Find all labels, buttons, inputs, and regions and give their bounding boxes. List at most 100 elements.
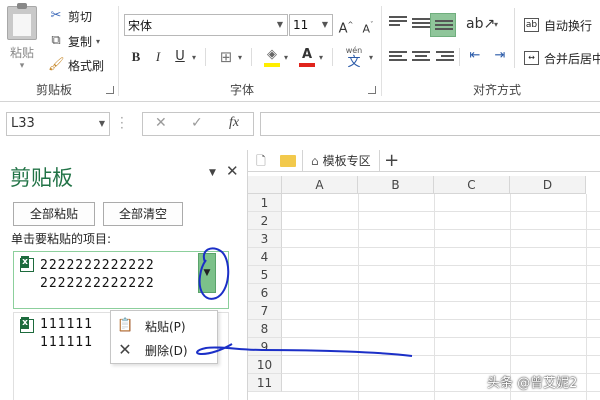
font-name-combo[interactable]: 宋体 ▼ <box>124 14 288 36</box>
new-file-icon[interactable]: 🗋 <box>248 150 274 172</box>
context-menu: 📋 粘贴(P) ✕ 删除(D) <box>110 310 218 364</box>
grow-font-label: A <box>338 21 348 37</box>
shrink-font-button[interactable]: Aˇ <box>358 15 378 35</box>
merge-center-button[interactable]: ↔ 合并后居中 <box>524 48 600 68</box>
chevron-down-icon[interactable]: ▼ <box>99 113 105 135</box>
pane-title: 剪贴板 <box>10 166 73 190</box>
chevron-down-icon: ▾ <box>96 36 101 46</box>
row-header[interactable]: 11 <box>248 374 282 392</box>
enter-icon[interactable]: ✓ <box>191 115 203 131</box>
column-header[interactable]: B <box>358 176 434 194</box>
context-menu-paste[interactable]: 📋 粘贴(P) <box>111 314 217 338</box>
grid-line <box>282 211 600 212</box>
grid-line <box>282 229 600 230</box>
insert-function-button[interactable]: fx <box>229 115 239 131</box>
chevron-down-icon[interactable]: ▾ <box>284 53 288 62</box>
grow-font-button[interactable]: A^ <box>336 15 356 37</box>
borders-icon[interactable]: ⊞ <box>216 47 236 67</box>
chevron-down-icon[interactable]: ▼ <box>273 15 287 35</box>
paste-button[interactable]: 粘贴 ▾ <box>2 3 42 72</box>
font-launcher-icon[interactable] <box>368 86 376 94</box>
copy-button[interactable]: ⧉ 复制 ▾ <box>48 31 100 51</box>
row-header[interactable]: 8 <box>248 320 282 338</box>
font-name-value: 宋体 <box>128 18 153 33</box>
row-header[interactable]: 5 <box>248 266 282 284</box>
splitter-handle-icon[interactable]: · · · <box>120 112 124 134</box>
cell-grid[interactable]: A B C D 1 2 3 4 5 6 7 8 9 10 11 <box>248 176 600 400</box>
cut-label: 剪切 <box>68 9 93 24</box>
fill-color-button[interactable]: ◈ <box>262 45 282 67</box>
item-dropdown-button[interactable]: ▼ <box>198 253 216 293</box>
clipboard-item[interactable]: 2222222222222 2222222222222 <box>13 251 229 309</box>
select-all-corner[interactable] <box>248 176 282 194</box>
align-right-icon[interactable] <box>436 51 454 65</box>
wrap-text-button[interactable]: ab 自动换行 <box>524 15 592 35</box>
row-header[interactable]: 3 <box>248 230 282 248</box>
increase-indent-icon[interactable]: ⇥ <box>490 46 510 66</box>
chevron-down-icon: ▼ <box>203 268 211 278</box>
row-header[interactable]: 9 <box>248 338 282 356</box>
format-painter-button[interactable]: 🖌 格式刷 <box>48 55 104 75</box>
clipboard-launcher-icon[interactable] <box>106 86 114 94</box>
column-header[interactable]: D <box>510 176 586 194</box>
phonetic-button[interactable]: wén 文 <box>340 46 368 70</box>
chevron-down-icon[interactable]: ▾ <box>238 53 242 62</box>
folder-icon[interactable] <box>280 154 296 167</box>
home-icon: ⌂ <box>311 153 319 168</box>
cut-button[interactable]: ✂ 剪切 <box>48 6 92 26</box>
phonetic-char: 文 <box>347 55 361 70</box>
formula-input[interactable] <box>260 112 600 136</box>
grid-line <box>282 355 600 356</box>
row-header[interactable]: 2 <box>248 212 282 230</box>
divider <box>251 48 252 66</box>
name-box[interactable]: L33 ▼ <box>6 112 110 136</box>
row-header[interactable]: 4 <box>248 248 282 266</box>
underline-button[interactable]: U <box>170 47 190 67</box>
grid-line <box>282 265 600 266</box>
copy-icon: ⧉ <box>51 33 61 48</box>
row-header[interactable]: 10 <box>248 356 282 374</box>
context-menu-delete[interactable]: ✕ 删除(D) <box>111 338 217 362</box>
font-color-button[interactable]: A <box>297 45 317 67</box>
tab-template-label: 模板专区 <box>322 154 371 168</box>
row-header[interactable]: 6 <box>248 284 282 302</box>
shrink-font-label: A <box>362 22 371 36</box>
middle-align-icon[interactable] <box>412 18 430 32</box>
decrease-indent-icon[interactable]: ⇤ <box>465 46 485 66</box>
chevron-down-icon[interactable]: ▾ <box>494 20 498 29</box>
add-tab-button[interactable]: + <box>380 150 404 171</box>
formula-buttons: ✕ ✓ fx <box>142 112 254 136</box>
worksheet: 🗋 ⌂ 模板专区 + A B C D 1 2 3 4 5 6 7 8 9 10 … <box>248 149 600 400</box>
wrap-text-icon: ab <box>524 18 539 32</box>
top-align-icon[interactable] <box>389 16 407 30</box>
orientation-icon[interactable]: ab↗ <box>466 14 495 34</box>
chevron-down-icon[interactable]: ▼ <box>318 15 332 35</box>
chevron-down-icon[interactable]: ▾ <box>319 53 323 62</box>
column-header[interactable]: C <box>434 176 510 194</box>
grid-line <box>282 337 600 338</box>
chevron-down-icon[interactable]: ▾ <box>192 53 196 62</box>
group-divider <box>118 6 119 96</box>
italic-button[interactable]: I <box>148 47 168 67</box>
excel-icon <box>20 256 34 272</box>
column-header[interactable]: A <box>282 176 358 194</box>
font-size-combo[interactable]: 11 ▼ <box>289 14 333 36</box>
align-left-icon[interactable] <box>389 51 407 65</box>
clipboard-item-line: 2222222222222 <box>40 276 155 291</box>
row-header[interactable]: 7 <box>248 302 282 320</box>
paste-all-button[interactable]: 全部粘贴 <box>13 202 95 226</box>
cancel-icon[interactable]: ✕ <box>155 115 167 131</box>
chevron-down-icon[interactable]: ▾ <box>369 53 373 62</box>
tab-template[interactable]: ⌂ 模板专区 <box>302 149 380 172</box>
font-color-label: A <box>301 47 313 62</box>
row-header[interactable]: 1 <box>248 194 282 212</box>
grid-line <box>282 247 600 248</box>
excel-icon <box>20 317 34 333</box>
align-center-icon[interactable] <box>412 51 430 65</box>
pane-options-icon[interactable]: ▼ <box>209 168 216 178</box>
clear-all-button[interactable]: 全部清空 <box>103 202 183 226</box>
bold-button[interactable]: B <box>126 47 146 67</box>
group-divider <box>381 6 382 96</box>
close-icon[interactable]: ✕ <box>226 162 239 180</box>
bottom-align-button[interactable] <box>430 13 456 37</box>
